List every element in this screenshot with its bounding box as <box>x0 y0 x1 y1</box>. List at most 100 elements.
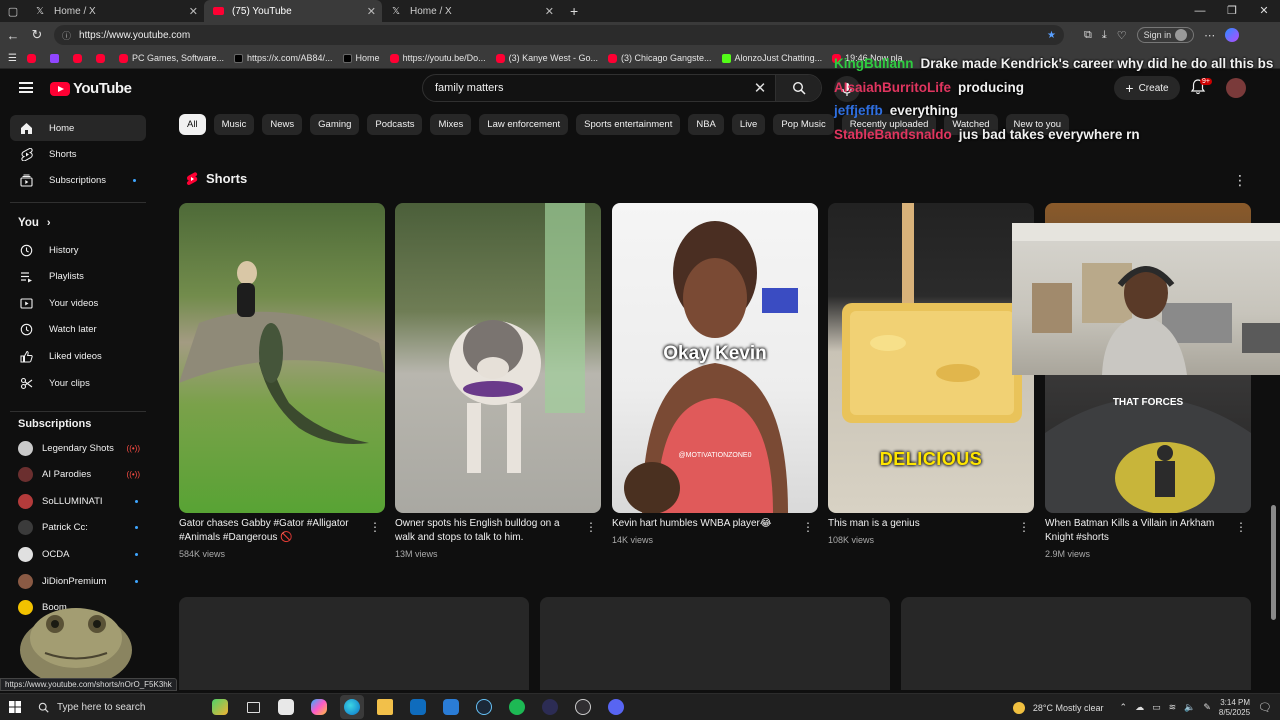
short-more-icon-5[interactable]: ⋮ <box>1235 520 1247 534</box>
sidebar-item-subscriptions[interactable]: Subscriptions <box>10 167 146 193</box>
short-title-2[interactable]: Owner spots his English bulldog on a wal… <box>395 517 581 545</box>
edge-browser-icon[interactable] <box>340 695 364 719</box>
download-icon[interactable]: ⤓ <box>1102 29 1107 42</box>
network-icon[interactable]: ▭ <box>1152 702 1161 713</box>
site-info-icon[interactable]: ⓘ <box>62 29 71 42</box>
sidebar-item-liked-videos[interactable]: Liked videos <box>10 343 146 369</box>
sidebar-item-shorts[interactable]: Shorts <box>10 141 146 167</box>
short-thumbnail-4[interactable]: DELICIOUS <box>828 203 1034 513</box>
refresh-icon[interactable]: ↻ <box>30 27 44 43</box>
wifi-icon[interactable]: ≋ <box>1169 702 1177 713</box>
short-title-4[interactable]: This man is a genius <box>828 517 1014 531</box>
start-button[interactable] <box>0 701 30 713</box>
chip-law-enforcement[interactable]: Law enforcement <box>479 114 569 135</box>
chip-all[interactable]: All <box>179 114 206 135</box>
weather-text[interactable]: 28°C Mostly clear <box>1033 703 1104 713</box>
chip-gaming[interactable]: Gaming <box>310 114 360 135</box>
bookmark-item[interactable] <box>49 53 63 63</box>
volume-icon[interactable]: 🔈 <box>1184 702 1195 713</box>
close-tab-icon[interactable]: ✕ <box>367 5 376 18</box>
menu-icon[interactable] <box>19 82 33 93</box>
bookmark-item[interactable]: (3) Chicago Gangste... <box>608 53 712 63</box>
bookmark-item[interactable]: (3) Kanye West - Go... <box>495 53 598 63</box>
tab-actions-icon[interactable]: ▢ <box>0 5 26 18</box>
subscription-item[interactable]: Legendary Shots ((•)) <box>18 438 140 458</box>
subscription-item[interactable]: JiDionPremium <box>18 571 138 591</box>
short-thumbnail-1[interactable] <box>179 203 385 513</box>
bookmark-menu-icon[interactable]: ☰ <box>8 53 17 64</box>
outlook-icon[interactable] <box>406 695 430 719</box>
store-app-icon[interactable] <box>274 695 298 719</box>
short-title-5[interactable]: When Batman Kills a Villain in Arkham Kn… <box>1045 517 1231 545</box>
maximize-icon[interactable]: ❐ <box>1216 0 1248 22</box>
file-explorer-icon[interactable] <box>373 695 397 719</box>
subscription-item[interactable]: OCDA <box>18 544 138 564</box>
search-input[interactable]: family matters <box>423 82 745 94</box>
chip-live[interactable]: Live <box>731 114 766 135</box>
steam-icon[interactable] <box>472 695 496 719</box>
bookmark-item[interactable] <box>26 53 40 63</box>
close-tab-icon[interactable]: ✕ <box>189 5 198 18</box>
short-more-icon-3[interactable]: ⋮ <box>802 520 814 534</box>
close-tab-icon[interactable]: ✕ <box>545 5 554 18</box>
minimize-icon[interactable]: — <box>1184 0 1216 22</box>
onedrive-icon[interactable]: ☁ <box>1135 702 1144 713</box>
bookmark-item[interactable] <box>95 53 109 63</box>
page-scrollbar[interactable] <box>1271 505 1276 620</box>
sign-in-button[interactable]: Sign in <box>1136 27 1195 43</box>
more-menu-icon[interactable]: ⋯ <box>1204 29 1215 42</box>
task-view-icon[interactable] <box>241 695 265 719</box>
chip-music[interactable]: Music <box>213 114 255 135</box>
taskbar-search[interactable]: Type here to search <box>30 694 180 720</box>
url-field[interactable]: ⓘ https://www.youtube.com ★ <box>54 25 1064 45</box>
short-more-icon-4[interactable]: ⋮ <box>1018 520 1030 534</box>
chevron-up-icon[interactable]: ⌃ <box>1120 702 1128 713</box>
short-thumbnail-2[interactable] <box>395 203 601 513</box>
short-title-3[interactable]: Kevin hart humbles WNBA player😂 <box>612 517 798 531</box>
copilot-colorful-icon[interactable] <box>307 695 331 719</box>
chip-news[interactable]: News <box>262 114 303 135</box>
browser-tab-1[interactable]: 𝕏 Home / X ✕ <box>26 0 204 22</box>
short-title-1[interactable]: Gator chases Gabby #Gator #Alligator #An… <box>179 517 365 545</box>
clock[interactable]: 3:14 PM 8/5/2025 <box>1219 698 1250 718</box>
obs-icon[interactable] <box>571 695 595 719</box>
spotify-icon[interactable] <box>505 695 529 719</box>
short-thumbnail-3[interactable]: Okay Kevin @MOTIVATIONZONE0 <box>612 203 818 513</box>
media-player-icon[interactable] <box>538 695 562 719</box>
sidebar-item-your-clips[interactable]: Your clips <box>10 370 146 396</box>
sidebar-item-history[interactable]: History <box>10 237 146 263</box>
chip-pop-music[interactable]: Pop Music <box>773 114 834 135</box>
browser-tab-2[interactable]: (75) YouTube ✕ <box>204 0 382 22</box>
sidebar-item-home[interactable]: Home <box>10 115 146 141</box>
copilot-app-icon[interactable] <box>208 695 232 719</box>
bookmark-item[interactable] <box>72 53 86 63</box>
short-more-icon-2[interactable]: ⋮ <box>585 520 597 534</box>
short-more-icon-1[interactable]: ⋮ <box>369 520 381 534</box>
bookmark-item[interactable]: https://x.com/AB84/... <box>234 53 333 63</box>
bookmark-item[interactable]: Home <box>342 53 380 63</box>
browser-tab-3[interactable]: 𝕏 Home / X ✕ <box>382 0 560 22</box>
close-window-icon[interactable]: ✕ <box>1248 0 1280 22</box>
shorts-more-icon[interactable]: ⋮ <box>1233 172 1247 189</box>
notification-center-icon[interactable]: 🗨 <box>1258 701 1272 714</box>
copilot-icon[interactable] <box>1225 28 1240 42</box>
photos-icon[interactable] <box>439 695 463 719</box>
extensions-icon[interactable]: ⧉ <box>1084 29 1092 42</box>
browser-essentials-icon[interactable]: ♡ <box>1117 29 1127 42</box>
chip-sports-entertainment[interactable]: Sports entertainment <box>576 114 681 135</box>
pen-icon[interactable]: ✎ <box>1203 702 1211 713</box>
sidebar-item-watch-later[interactable]: Watch later <box>10 317 146 343</box>
bookmark-item[interactable]: AlonzoJust Chatting... <box>721 53 822 63</box>
subscription-item[interactable]: SoLLUMINATI <box>18 491 138 511</box>
favorite-star-icon[interactable]: ★ <box>1047 30 1056 41</box>
sidebar-item-playlists[interactable]: Playlists <box>10 264 146 290</box>
bookmark-item[interactable]: https://youtu.be/Do... <box>389 53 486 63</box>
subscription-item[interactable]: AI Parodies ((•)) <box>18 465 140 485</box>
you-section-heading[interactable]: You › <box>18 217 51 229</box>
chip-podcasts[interactable]: Podcasts <box>367 114 423 135</box>
youtube-logo[interactable]: YouTube <box>50 80 132 97</box>
clear-search-icon[interactable]: ✕ <box>745 79 775 97</box>
bookmark-item[interactable]: PC Games, Software... <box>118 53 224 63</box>
back-icon[interactable]: ← <box>6 28 20 43</box>
sidebar-item-your-videos[interactable]: Your videos <box>10 290 146 316</box>
